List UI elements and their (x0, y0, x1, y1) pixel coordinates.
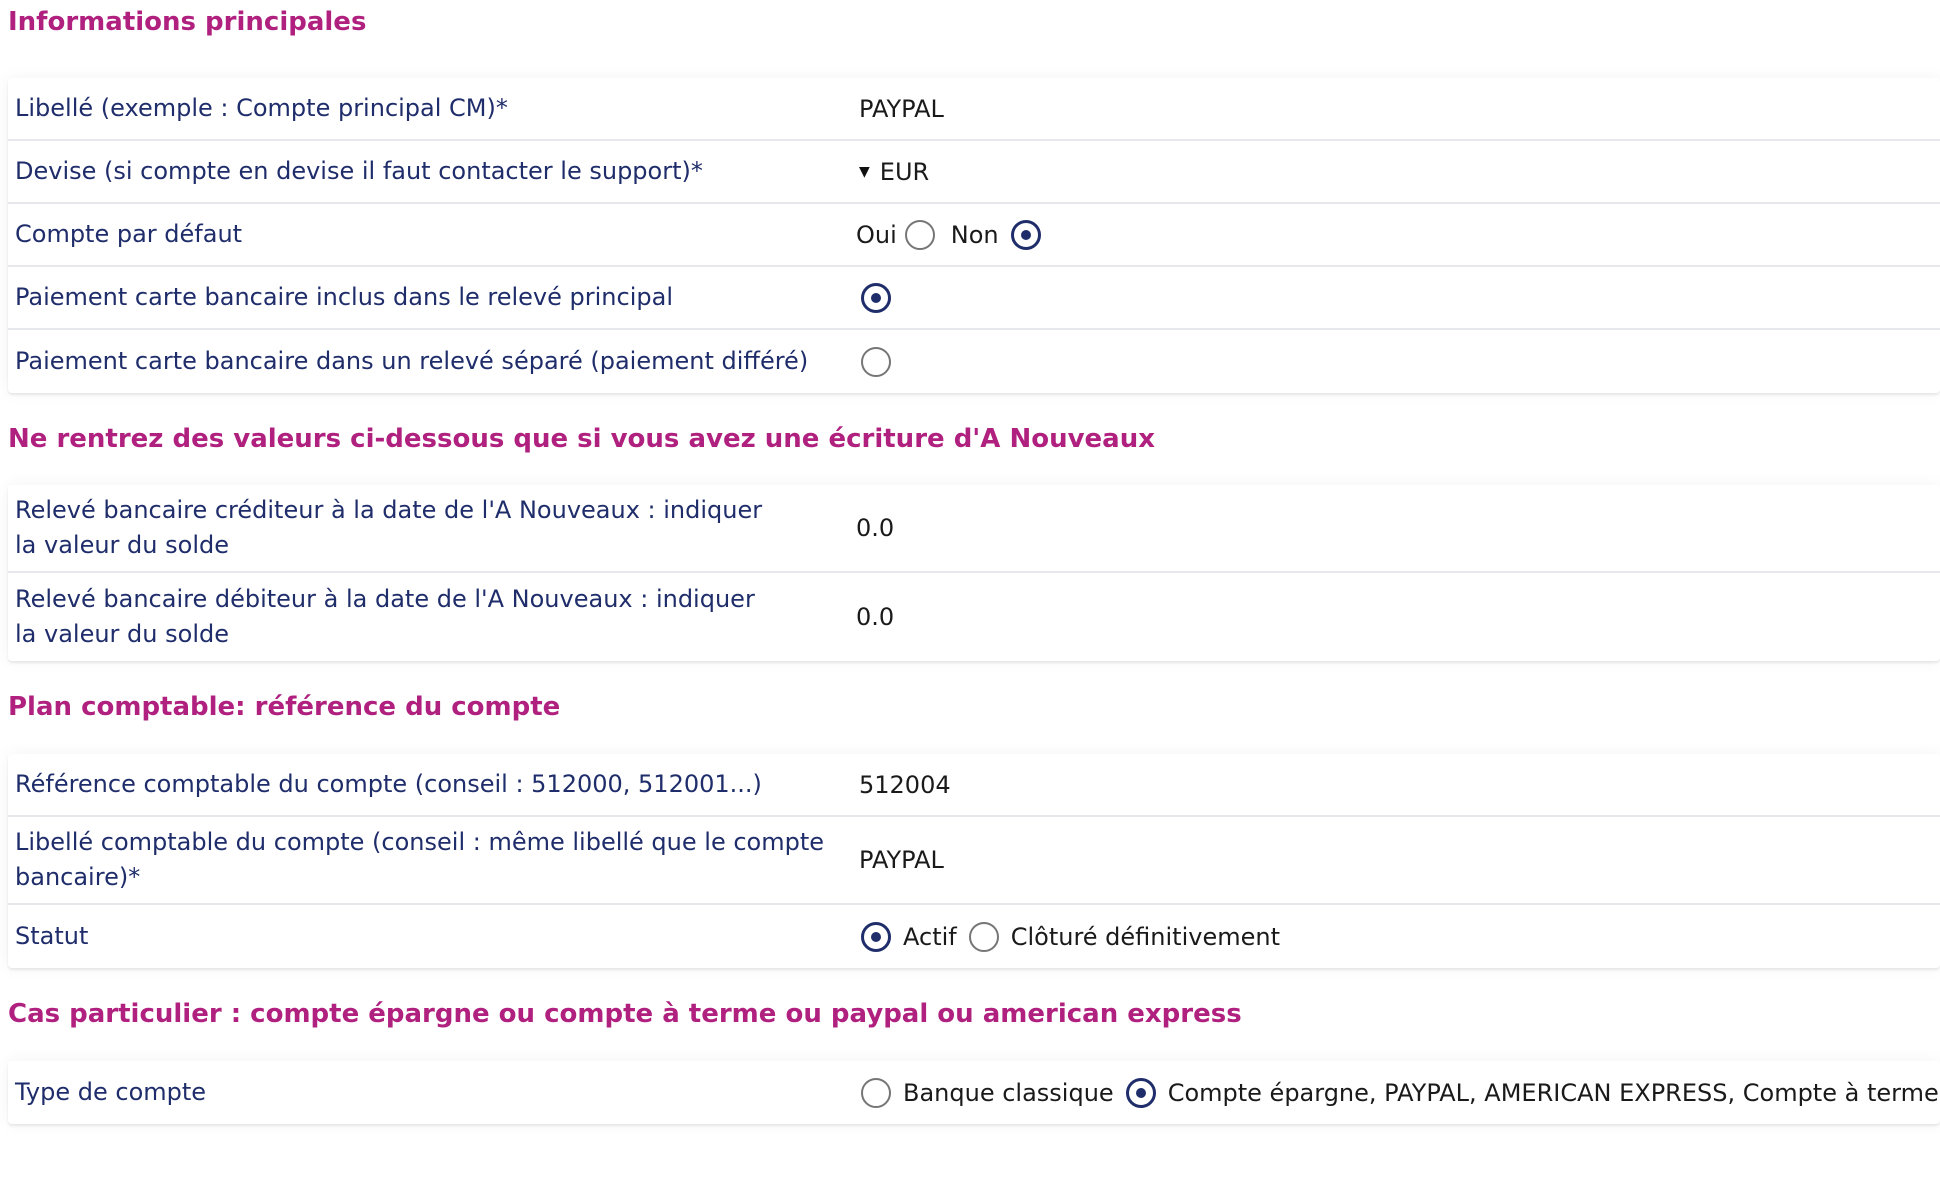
row-statut: Statut Actif Clôturé définitivement (8, 905, 1940, 968)
card-plan: Référence comptable du compte (conseil :… (8, 754, 1940, 968)
statut-options: Actif Clôturé définitivement (849, 921, 1940, 952)
compte-epargne-radio[interactable] (1125, 1077, 1156, 1108)
card-main: Libellé (exemple : Compte principal CM)*… (8, 78, 1940, 393)
compte-defaut-options: Oui Non (849, 219, 1940, 250)
row-devise: Devise (si compte en devise il faut cont… (8, 141, 1940, 204)
devise-value: EUR (879, 157, 930, 186)
section-title-main: Informations principales (8, 7, 367, 37)
carte-inclus-radio[interactable] (861, 282, 891, 313)
row-debiteur: Relevé bancaire débiteur à la date de l'… (8, 573, 1940, 661)
row-libelle: Libellé (exemple : Compte principal CM)*… (8, 78, 1940, 141)
reference-label: Référence comptable du compte (conseil :… (15, 770, 762, 798)
row-carte-inclus: Paiement carte bancaire inclus dans le r… (8, 267, 1940, 330)
row-reference: Référence comptable du compte (conseil :… (8, 754, 1940, 817)
banque-classique-radio[interactable] (861, 1077, 891, 1108)
libelle-comptable-label: Libellé comptable du compte (conseil : m… (15, 828, 825, 891)
cloture-radio[interactable] (968, 921, 999, 952)
compte-epargne-label: Compte épargne, PAYPAL, AMERICAN EXPRESS… (1167, 1078, 1939, 1107)
chevron-down-icon: ▼ (859, 163, 870, 180)
card-a-nouveaux: Relevé bancaire créditeur à la date de l… (8, 485, 1940, 661)
non-label: Non (950, 220, 999, 249)
section-title-cas: Cas particulier : compte épargne ou comp… (8, 999, 1242, 1029)
statut-label: Statut (15, 922, 89, 950)
non-radio[interactable] (1010, 219, 1041, 250)
card-cas: Type de compte Banque classique Compte é… (8, 1061, 1940, 1124)
type-compte-label: Type de compte (15, 1078, 207, 1106)
libelle-value[interactable]: PAYPAL (849, 95, 1940, 123)
section-title-plan: Plan comptable: référence du compte (8, 692, 561, 722)
actif-radio[interactable] (861, 921, 891, 952)
oui-radio[interactable] (904, 219, 935, 250)
row-compte-defaut: Compte par défaut Oui Non (8, 204, 1940, 267)
devise-select[interactable]: ▼ EUR (849, 158, 1940, 186)
oui-label: Oui (856, 220, 897, 249)
section-title-a-nouveaux: Ne rentrez des valeurs ci-dessous que si… (8, 424, 1155, 454)
crediteur-value[interactable]: 0.0 (849, 514, 1940, 542)
compte-defaut-label: Compte par défaut (15, 220, 243, 248)
row-libelle-comptable: Libellé comptable du compte (conseil : m… (8, 817, 1940, 905)
debiteur-value[interactable]: 0.0 (849, 603, 1940, 631)
devise-label: Devise (si compte en devise il faut cont… (15, 157, 703, 185)
libelle-comptable-value[interactable]: PAYPAL (849, 846, 1940, 874)
reference-value[interactable]: 512004 (849, 771, 1940, 799)
row-type-compte: Type de compte Banque classique Compte é… (8, 1061, 1940, 1124)
carte-separe-radio[interactable] (861, 346, 891, 377)
actif-label: Actif (903, 922, 957, 951)
row-crediteur: Relevé bancaire créditeur à la date de l… (8, 485, 1940, 573)
carte-separe-label: Paiement carte bancaire dans un relevé s… (15, 347, 809, 375)
type-compte-options: Banque classique Compte épargne, PAYPAL,… (849, 1077, 1940, 1108)
banque-classique-label: Banque classique (903, 1078, 1114, 1107)
carte-inclus-label: Paiement carte bancaire inclus dans le r… (15, 283, 673, 311)
cloture-label: Clôturé définitivement (1010, 922, 1280, 951)
libelle-label: Libellé (exemple : Compte principal CM)* (15, 94, 508, 122)
row-carte-separe: Paiement carte bancaire dans un relevé s… (8, 330, 1940, 393)
crediteur-label: Relevé bancaire créditeur à la date de l… (15, 496, 763, 559)
debiteur-label: Relevé bancaire débiteur à la date de l'… (15, 585, 755, 648)
